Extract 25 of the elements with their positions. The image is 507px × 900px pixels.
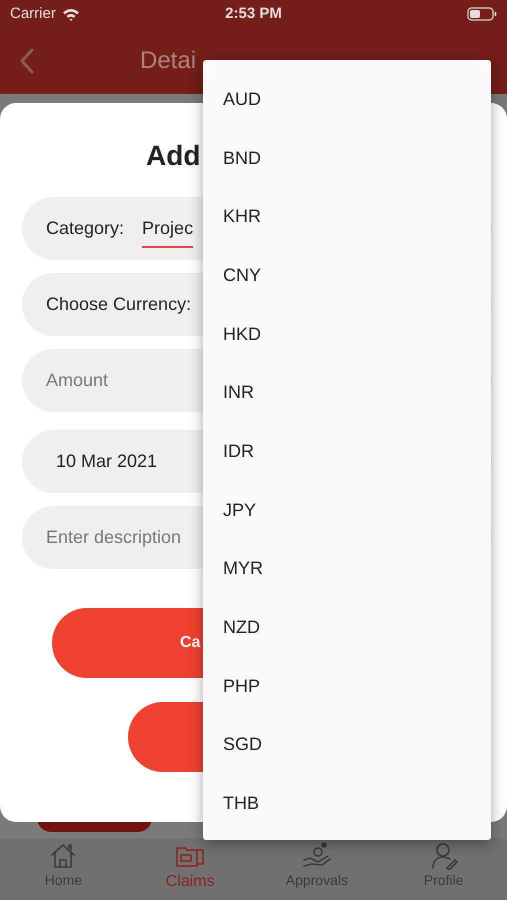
page-title: Detai [140,46,196,76]
currency-option[interactable]: HKD [203,304,491,364]
currency-option[interactable]: BND [203,128,491,188]
currency-option[interactable]: NZD [203,598,491,657]
home-icon [49,842,78,870]
currency-option[interactable]: CNY [203,246,491,305]
wifi-icon [62,8,80,20]
carrier-label: Carrier [10,4,56,24]
hand-coin-icon [302,842,332,870]
currency-option[interactable]: PHP [203,656,491,716]
user-edit-icon [430,842,458,870]
category-value: Projec [142,215,194,248]
category-label: Category: [46,217,124,240]
dialog-title: Add [146,139,200,173]
clock-time: 2:53 PM [224,4,283,24]
currency-option[interactable]: AUD [203,70,491,129]
currency-option[interactable]: THB [203,774,491,833]
back-icon[interactable] [18,47,36,75]
currency-option[interactable]: JPY [203,480,491,540]
currency-option[interactable]: MYR [203,540,491,598]
currency-option[interactable]: KHR [203,187,491,246]
currency-option[interactable]: IDR [203,422,491,481]
battery-icon [467,7,497,21]
currency-option[interactable]: SGD [203,716,491,774]
currency-option[interactable]: INR [203,363,491,422]
